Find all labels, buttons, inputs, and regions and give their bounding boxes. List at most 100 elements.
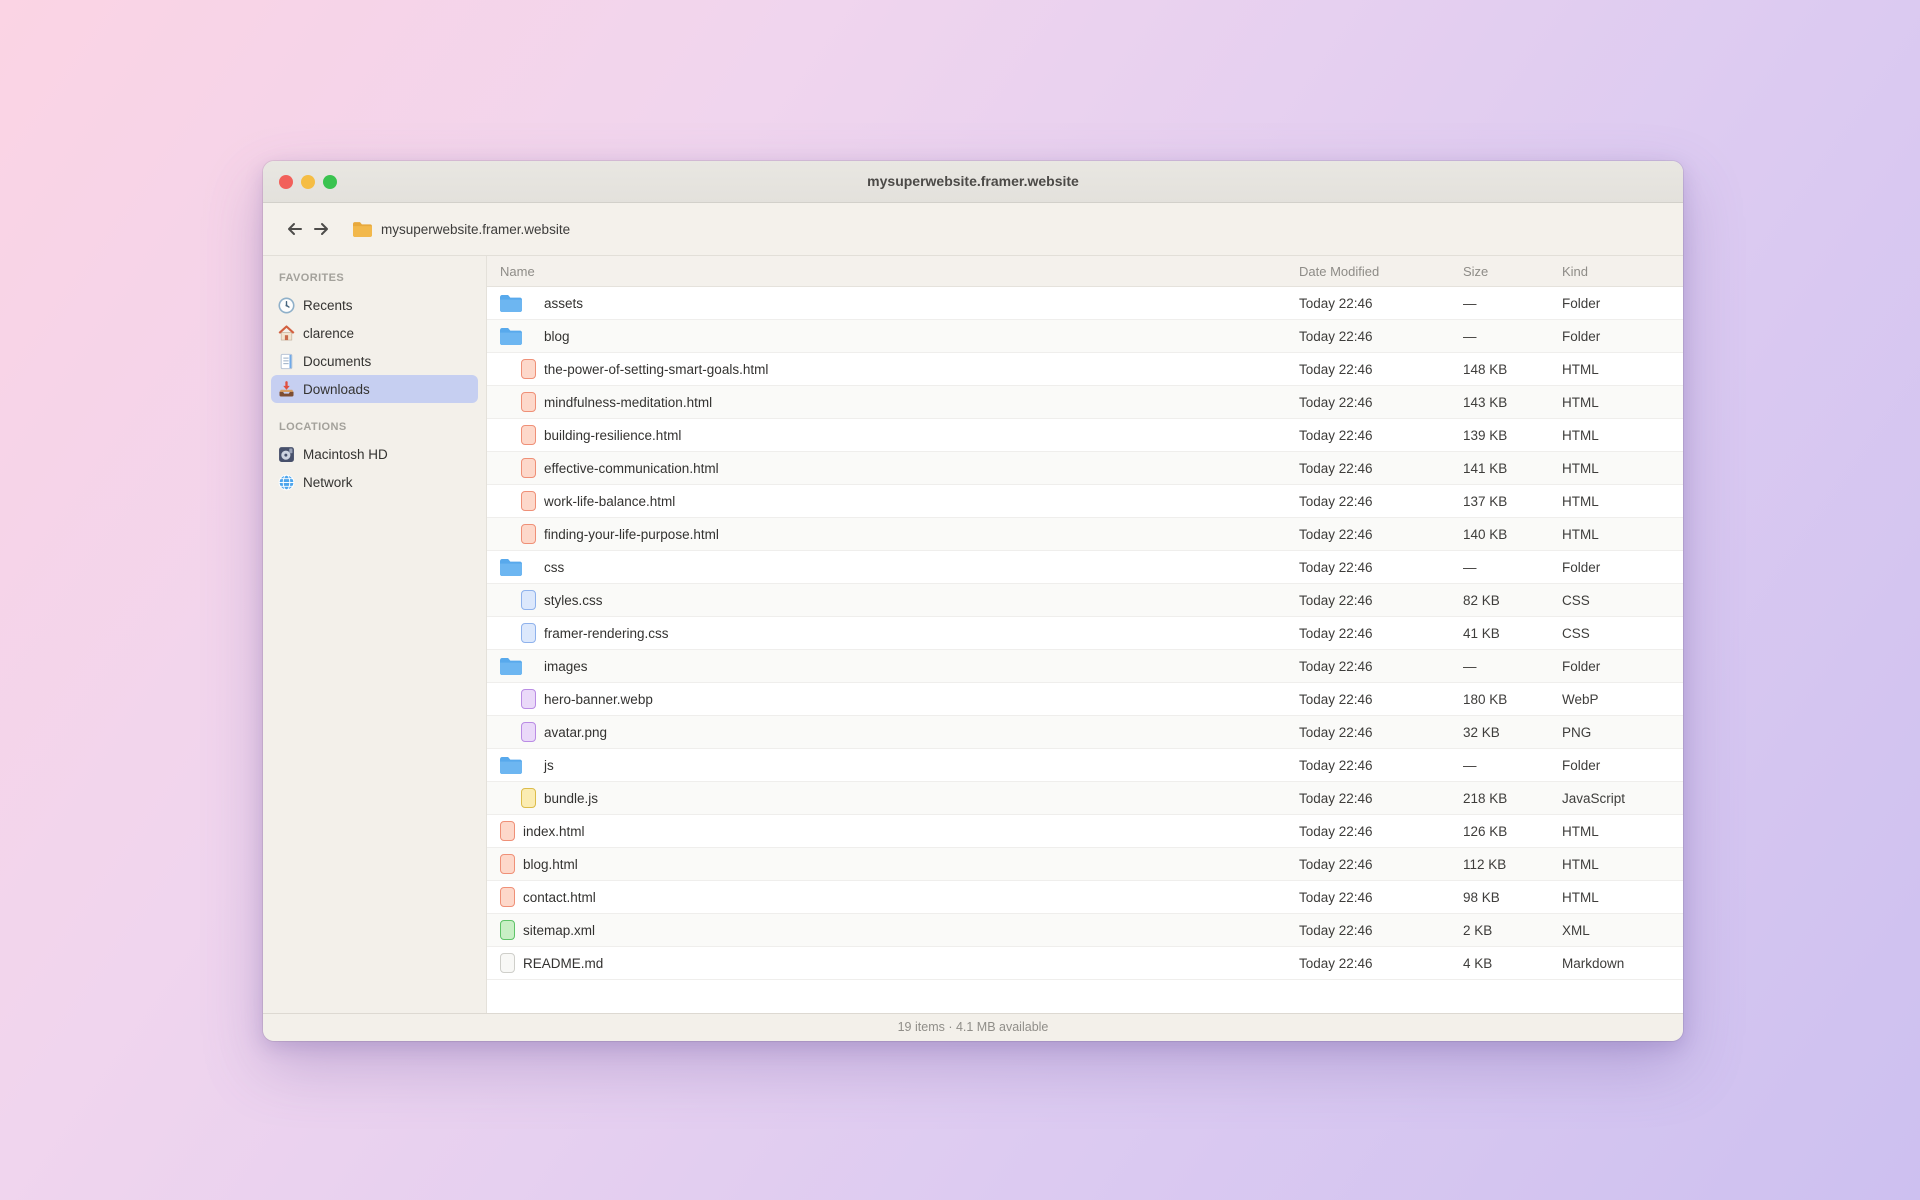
file-row[interactable]: sitemap.xmlToday 22:462 KBXML xyxy=(487,914,1683,947)
date-modified-cell: Today 22:46 xyxy=(1299,626,1463,641)
file-list: Name Date Modified Size Kind assetsToday… xyxy=(487,256,1683,1013)
forward-arrow-icon[interactable] xyxy=(311,219,331,239)
column-header-size[interactable]: Size xyxy=(1463,264,1562,279)
sidebar: FAVORITESRecentsclarenceDocumentsDownloa… xyxy=(263,256,487,1013)
file-row[interactable]: contact.htmlToday 22:4698 KBHTML xyxy=(487,881,1683,914)
sidebar-section-locations: LOCATIONS Macintosh HD Network xyxy=(263,421,486,496)
file-name-cell: framer-rendering.css xyxy=(487,623,1299,643)
file-row[interactable]: effective-communication.html Today 22:461… xyxy=(487,452,1683,485)
finder-window: mysuperwebsite.framer.website mysuperweb… xyxy=(263,161,1683,1041)
toolbar: mysuperwebsite.framer.website xyxy=(263,203,1683,256)
file-row[interactable]: README.mdToday 22:464 KBMarkdown xyxy=(487,947,1683,980)
date-modified-cell: Today 22:46 xyxy=(1299,692,1463,707)
html-file-icon xyxy=(521,359,544,379)
file-name-cell: effective-communication.html xyxy=(487,458,1299,478)
column-header-date-modified[interactable]: Date Modified xyxy=(1299,264,1463,279)
current-folder-path: mysuperwebsite.framer.website xyxy=(381,222,570,237)
size-cell: — xyxy=(1463,296,1562,311)
html-file-icon xyxy=(500,854,523,874)
date-modified-cell: Today 22:46 xyxy=(1299,857,1463,872)
file-row[interactable]: bundle.jsToday 22:46218 KBJavaScript xyxy=(487,782,1683,815)
html-file-icon xyxy=(500,821,523,841)
downloads-tray-icon xyxy=(278,381,295,398)
file-name: css xyxy=(544,560,564,575)
date-modified-cell: Today 22:46 xyxy=(1299,461,1463,476)
file-name-cell: contact.html xyxy=(487,887,1299,907)
folder-row[interactable]: jsToday 22:46—Folder xyxy=(487,749,1683,782)
html-file-icon xyxy=(521,524,544,544)
size-cell: — xyxy=(1463,560,1562,575)
date-modified-cell: Today 22:46 xyxy=(1299,362,1463,377)
sidebar-item-downloads[interactable]: Downloads xyxy=(271,375,478,403)
file-row[interactable]: finding-your-life-purpose.htmlToday 22:4… xyxy=(487,518,1683,551)
size-cell: 180 KB xyxy=(1463,692,1562,707)
folder-row[interactable]: cssToday 22:46—Folder xyxy=(487,551,1683,584)
size-cell: 98 KB xyxy=(1463,890,1562,905)
html-file-icon xyxy=(521,491,544,511)
file-row[interactable]: avatar.pngToday 22:4632 KBPNG xyxy=(487,716,1683,749)
folder-row[interactable]: assetsToday 22:46—Folder xyxy=(487,287,1683,320)
sidebar-item-clarence[interactable]: clarence xyxy=(271,319,478,347)
date-modified-cell: Today 22:46 xyxy=(1299,758,1463,773)
file-name-cell: building-resilience.html xyxy=(487,425,1299,445)
sidebar-item-label: Network xyxy=(303,475,353,490)
file-name-cell: work-life-balance.html xyxy=(487,491,1299,511)
sidebar-item-documents[interactable]: Documents xyxy=(271,347,478,375)
size-cell: 218 KB xyxy=(1463,791,1562,806)
kind-cell: JavaScript xyxy=(1562,791,1683,806)
file-name: styles.css xyxy=(544,593,603,608)
html-file-icon xyxy=(521,458,544,478)
sidebar-item-label: Macintosh HD xyxy=(303,447,388,462)
file-row[interactable]: building-resilience.htmlToday 22:46139 K… xyxy=(487,419,1683,452)
sidebar-item-network[interactable]: Network xyxy=(271,468,478,496)
file-row[interactable]: framer-rendering.cssToday 22:4641 KBCSS xyxy=(487,617,1683,650)
sidebar-item-label: Recents xyxy=(303,298,353,313)
folder-row[interactable]: imagesToday 22:46—Folder xyxy=(487,650,1683,683)
size-cell: 41 KB xyxy=(1463,626,1562,641)
sidebar-section-label: LOCATIONS xyxy=(279,421,486,433)
file-name: hero-banner.webp xyxy=(544,692,653,707)
column-header-name[interactable]: Name xyxy=(487,264,1299,279)
file-row[interactable]: mindfulness-meditation.htmlToday 22:4614… xyxy=(487,386,1683,419)
file-name-cell: images xyxy=(487,658,1299,675)
title-bar[interactable]: mysuperwebsite.framer.website xyxy=(263,161,1683,203)
file-name-cell: js xyxy=(487,757,1299,774)
blue-folder-icon xyxy=(500,559,533,576)
file-name: blog.html xyxy=(523,857,578,872)
back-arrow-icon[interactable] xyxy=(285,219,305,239)
date-modified-cell: Today 22:46 xyxy=(1299,725,1463,740)
kind-cell: CSS xyxy=(1562,593,1683,608)
file-row[interactable]: index.htmlToday 22:46126 KBHTML xyxy=(487,815,1683,848)
file-name: sitemap.xml xyxy=(523,923,595,938)
file-row[interactable]: hero-banner.webpToday 22:46180 KBWebP xyxy=(487,683,1683,716)
column-header-kind[interactable]: Kind xyxy=(1562,264,1683,279)
file-name: avatar.png xyxy=(544,725,607,740)
kind-cell: Folder xyxy=(1562,329,1683,344)
file-name-cell: styles.css xyxy=(487,590,1299,610)
list-column-headers: Name Date Modified Size Kind xyxy=(487,256,1683,287)
file-row[interactable]: work-life-balance.htmlToday 22:46137 KBH… xyxy=(487,485,1683,518)
status-bar: 19 items · 4.1 MB available xyxy=(263,1013,1683,1041)
date-modified-cell: Today 22:46 xyxy=(1299,923,1463,938)
html-file-icon xyxy=(521,392,544,412)
file-name: effective-communication.html xyxy=(544,461,719,476)
folder-row[interactable]: blogToday 22:46—Folder xyxy=(487,320,1683,353)
kind-cell: Folder xyxy=(1562,560,1683,575)
file-row[interactable]: the-power-of-setting-smart-goals.htmlTod… xyxy=(487,353,1683,386)
file-name: assets xyxy=(544,296,583,311)
file-name-cell: the-power-of-setting-smart-goals.html xyxy=(487,359,1299,379)
file-name-cell: assets xyxy=(487,295,1299,312)
file-row[interactable]: blog.htmlToday 22:46112 KBHTML xyxy=(487,848,1683,881)
file-row[interactable]: styles.cssToday 22:4682 KBCSS xyxy=(487,584,1683,617)
size-cell: 32 KB xyxy=(1463,725,1562,740)
css-file-icon xyxy=(521,623,544,643)
file-name-cell: mindfulness-meditation.html xyxy=(487,392,1299,412)
sidebar-item-recents[interactable]: Recents xyxy=(271,291,478,319)
sidebar-item-label: Downloads xyxy=(303,382,370,397)
size-cell: 141 KB xyxy=(1463,461,1562,476)
file-name: framer-rendering.css xyxy=(544,626,669,641)
sidebar-item-macintosh-hd[interactable]: Macintosh HD xyxy=(271,440,478,468)
size-cell: 143 KB xyxy=(1463,395,1562,410)
date-modified-cell: Today 22:46 xyxy=(1299,956,1463,971)
window-title: mysuperwebsite.framer.website xyxy=(263,161,1683,202)
